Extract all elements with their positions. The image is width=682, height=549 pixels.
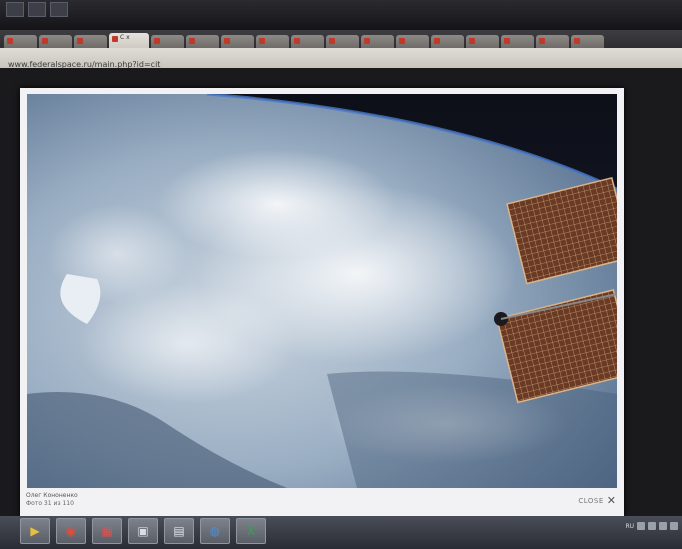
media-player-icon: ▶ [30, 524, 40, 538]
chrome-icon: ◉ [65, 524, 77, 538]
browser-tab[interactable] [536, 35, 569, 48]
toolbar-icons [6, 2, 68, 17]
browser-tab[interactable] [571, 35, 604, 48]
address-bar[interactable]: www.federalspace.ru/main.php?id=cit [0, 48, 682, 69]
browser-tab[interactable] [256, 35, 289, 48]
photo-author: Олег Кононенко [26, 492, 78, 499]
tab-label: C x [120, 34, 130, 41]
browser-tab[interactable] [466, 35, 499, 48]
monitor-screen: C x www.federalspace.ru/main.php?id=cit [0, 0, 682, 549]
photo-caption: Олег Кононенко Фото 31 из 110 [26, 492, 78, 508]
excel-icon: X [246, 524, 256, 538]
taskbar-calculator-button[interactable]: ▤ [164, 518, 194, 544]
calculator-icon: ▤ [173, 524, 185, 538]
window-top-strip [0, 0, 682, 30]
toolbar-icon[interactable] [6, 2, 24, 17]
taskbar-app-window-button[interactable]: ▣ [128, 518, 158, 544]
taskbar-chrome-button[interactable]: ◉ [56, 518, 86, 544]
globe-icon: ◍ [209, 524, 221, 538]
taskbar-app-red-button[interactable]: ▦ [92, 518, 122, 544]
network-icon[interactable] [637, 522, 645, 530]
close-icon[interactable]: ✕ [607, 495, 616, 506]
browser-tab[interactable] [39, 35, 72, 48]
system-tray: RU [625, 522, 678, 530]
toolbar-icon[interactable] [50, 2, 68, 17]
browser-tab-bar: C x [0, 30, 682, 48]
browser-tab[interactable] [431, 35, 464, 48]
language-indicator[interactable]: RU [625, 523, 634, 530]
earth-photo [27, 94, 617, 488]
browser-tab[interactable] [186, 35, 219, 48]
toolbar-icon[interactable] [28, 2, 46, 17]
browser-tab[interactable] [291, 35, 324, 48]
browser-tab-active[interactable]: C x [109, 33, 149, 48]
browser-tab[interactable] [151, 35, 184, 48]
volume-icon[interactable] [648, 522, 656, 530]
windows-taskbar: RU ▶ ◉ ▦ ▣ ▤ ◍ X [0, 516, 682, 549]
browser-tab[interactable] [361, 35, 394, 48]
browser-tab[interactable] [501, 35, 534, 48]
taskbar-media-player-button[interactable]: ▶ [20, 518, 50, 544]
app-window-icon: ▣ [137, 524, 149, 538]
taskbar-excel-button[interactable]: X [236, 518, 266, 544]
browser-tab[interactable] [396, 35, 429, 48]
photo-counter: Фото 31 из 110 [26, 500, 74, 507]
browser-tab[interactable] [326, 35, 359, 48]
photo-lightbox: Олег Кононенко Фото 31 из 110 CLOSE ✕ [20, 88, 624, 516]
taskbar-globe-button[interactable]: ◍ [200, 518, 230, 544]
close-button[interactable]: CLOSE ✕ [578, 495, 616, 506]
app-red-icon: ▦ [101, 524, 113, 538]
power-icon[interactable] [670, 522, 678, 530]
close-label: CLOSE [578, 497, 604, 505]
browser-tab[interactable] [221, 35, 254, 48]
browser-tab[interactable] [74, 35, 107, 48]
flag-icon[interactable] [659, 522, 667, 530]
browser-tab[interactable] [4, 35, 37, 48]
